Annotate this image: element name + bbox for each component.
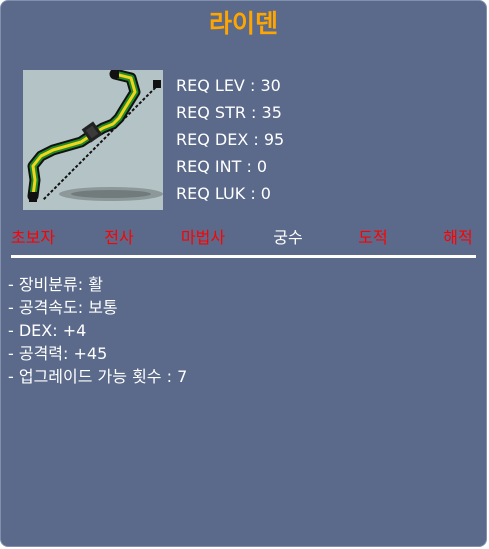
- stat-attack-speed: - 공격속도: 보통: [8, 298, 118, 317]
- stat-category: - 장비분류: 활: [8, 275, 103, 294]
- item-tooltip: 라이덴 REQ LEV : 30 REQ STR: 35 REQ DEX: …: [0, 0, 487, 547]
- bow-icon: [27, 70, 163, 202]
- job-bowman: 궁수: [273, 228, 303, 247]
- job-thief: 도적: [358, 228, 388, 247]
- job-pirate: 해적: [443, 228, 473, 247]
- job-magician: 마법사: [180, 228, 226, 247]
- req-dex: REQ DEX : 95: [176, 130, 285, 149]
- stat-upgrade-slots: - 업그레이드 가능 횟수 : 7: [8, 367, 188, 386]
- stat-attack: - 공격력: +45: [8, 344, 108, 363]
- stat-dex: - DEX: +4: [8, 321, 87, 340]
- job-beginner: 초보자: [10, 228, 56, 247]
- job-list: 초보자 전사 마법사 궁수 도적 해적: [1, 225, 488, 251]
- job-warrior: 전사: [104, 228, 134, 247]
- item-name: 라이덴: [208, 9, 278, 38]
- req-str: REQ STR : 35: [176, 103, 282, 122]
- item-stats: - 장비분류: 활 - 공격속도: 보통 - DEX: +4 - 공격력: +4…: [8, 273, 478, 388]
- req-level: REQ LEV : 30: [176, 76, 281, 95]
- item-image: [23, 70, 163, 210]
- req-luk: REQ LUK : 0: [176, 184, 271, 203]
- requirements-list: REQ LEV : 30 REQ STR : 35 REQ DEX : 95 R…: [176, 72, 416, 207]
- req-int: REQ INT : 0: [176, 157, 268, 176]
- divider: [11, 255, 476, 258]
